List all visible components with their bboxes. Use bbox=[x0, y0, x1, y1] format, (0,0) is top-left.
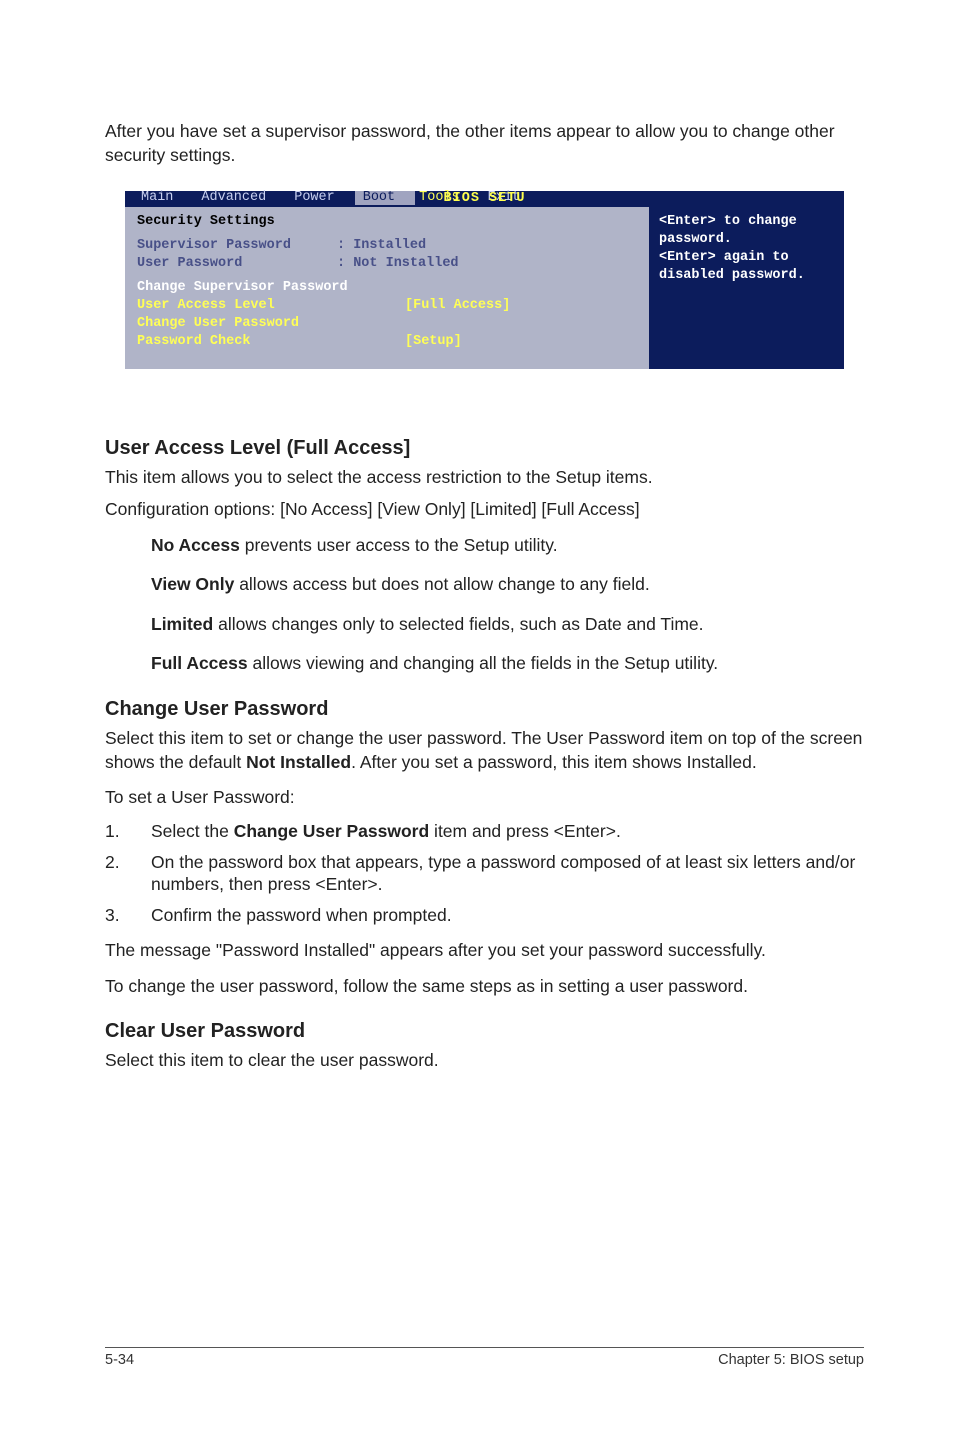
clp-heading: Clear User Password bbox=[105, 1020, 864, 1043]
help-line3: <Enter> again to bbox=[659, 249, 834, 267]
step-2: 2.On the password box that appears, type… bbox=[105, 851, 864, 897]
step-3: 3.Confirm the password when prompted. bbox=[105, 904, 864, 927]
cup-p3: The message "Password Installed" appears… bbox=[105, 939, 864, 963]
cup-heading: Change User Password bbox=[105, 698, 864, 721]
ual-value: [Full Access] bbox=[405, 297, 510, 315]
clp-p1: Select this item to clear the user passw… bbox=[105, 1049, 864, 1073]
sup-password-label: Supervisor Password bbox=[137, 237, 337, 255]
ual-desc1: This item allows you to select the acces… bbox=[105, 466, 864, 490]
bios-left-panel: Security Settings Supervisor Password: I… bbox=[125, 207, 649, 369]
pw-check-value: [Setup] bbox=[405, 333, 462, 351]
step-1: 1.Select the Change User Password item a… bbox=[105, 820, 864, 843]
cup-p4: To change the user password, follow the … bbox=[105, 975, 864, 999]
ual-heading: User Access Level (Full Access] bbox=[105, 437, 864, 460]
change-user-password-row: Change User Password bbox=[137, 315, 637, 333]
sup-password-value: : Installed bbox=[337, 238, 426, 253]
opt-no-access: No Access prevents user access to the Se… bbox=[151, 534, 864, 558]
user-password-value: : Not Installed bbox=[337, 256, 459, 271]
change-sup-password: Change Supervisor Password bbox=[137, 279, 637, 297]
intro-text: After you have set a supervisor password… bbox=[105, 120, 864, 167]
opt-view-only: View Only allows access but does not all… bbox=[151, 573, 864, 597]
bios-title: BIOS SETU bbox=[125, 192, 844, 206]
footer-right: Chapter 5: BIOS setup bbox=[718, 1352, 864, 1368]
security-settings-title: Security Settings bbox=[137, 213, 637, 231]
opt-full-access: Full Access allows viewing and changing … bbox=[151, 652, 864, 676]
ual-label: User Access Level bbox=[137, 297, 337, 315]
cup-p2: To set a User Password: bbox=[105, 786, 864, 810]
ual-desc2: Configuration options: [No Access] [View… bbox=[105, 498, 864, 522]
help-line2: password. bbox=[659, 231, 834, 249]
help-line4: disabled password. bbox=[659, 267, 834, 285]
bios-help-panel: <Enter> to change password. <Enter> agai… bbox=[649, 207, 844, 369]
pw-check-label: Password Check bbox=[137, 333, 337, 351]
cup-p1: Select this item to set or change the us… bbox=[105, 727, 864, 774]
bios-screenshot: BIOS SETU Main Advanced Power Boot Tools… bbox=[125, 191, 844, 369]
footer-left: 5-34 bbox=[105, 1352, 134, 1368]
user-password-label: User Password bbox=[137, 255, 337, 273]
page-footer: 5-34 Chapter 5: BIOS setup bbox=[105, 1347, 864, 1368]
help-line1: <Enter> to change bbox=[659, 213, 834, 231]
opt-limited: Limited allows changes only to selected … bbox=[151, 613, 864, 637]
